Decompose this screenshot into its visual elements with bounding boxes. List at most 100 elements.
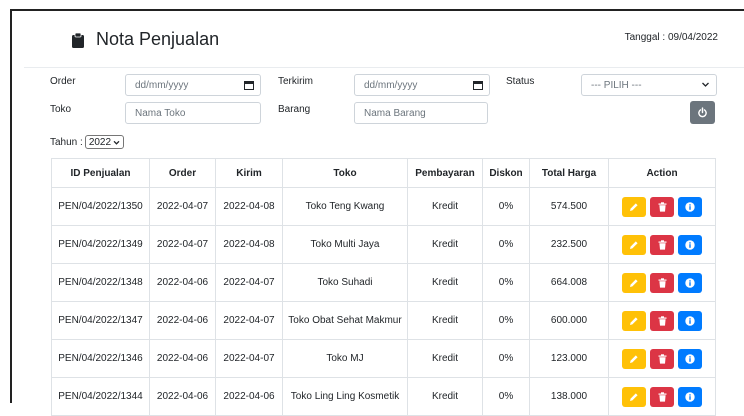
trash-icon	[658, 277, 666, 288]
row-actions	[609, 272, 715, 293]
col-header-action: Action	[608, 158, 716, 188]
table-row: PEN/04/2022/1346 2022-04-06 2022-04-07 Toko…	[51, 339, 716, 378]
chevron-down-icon	[113, 140, 120, 145]
info-button[interactable]	[678, 234, 702, 255]
col-header-total: Total Harga	[529, 158, 609, 188]
table-body: PEN/04/2022/1350 2022-04-07 2022-04-08 Toko…	[51, 187, 716, 416]
cell-kirim: 2022-04-06	[215, 377, 283, 416]
cell-pembayaran: Kredit	[407, 339, 483, 378]
edit-button[interactable]	[622, 310, 646, 331]
order-date-placeholder: dd/mm/yyyy	[135, 79, 189, 91]
toko-placeholder: Nama Toko	[135, 107, 186, 119]
cell-id: PEN/04/2022/1348	[51, 263, 150, 302]
calendar-icon	[473, 81, 483, 90]
info-button[interactable]	[678, 348, 702, 369]
info-icon	[685, 353, 695, 364]
edit-button[interactable]	[622, 348, 646, 369]
reset-button[interactable]	[690, 101, 715, 124]
trash-icon	[658, 391, 666, 402]
cell-order: 2022-04-06	[149, 263, 216, 302]
info-button[interactable]	[678, 310, 702, 331]
info-icon	[685, 277, 695, 288]
row-actions	[609, 310, 715, 331]
cell-kirim: 2022-04-07	[215, 301, 283, 340]
barang-label: Barang	[278, 104, 311, 115]
cell-total: 574.500	[529, 187, 609, 226]
cell-toko: Toko Teng Kwang	[282, 187, 408, 226]
date-display: Tanggal : 09/04/2022	[624, 32, 718, 43]
cell-action	[608, 187, 716, 226]
pencil-icon	[630, 392, 638, 401]
delete-button[interactable]	[650, 310, 674, 331]
cell-pembayaran: Kredit	[407, 263, 483, 302]
status-selected-value: --- PILIH ---	[591, 79, 642, 91]
terkirim-label: Terkirim	[278, 76, 313, 87]
pencil-icon	[630, 316, 638, 325]
delete-button[interactable]	[650, 196, 674, 217]
year-select[interactable]: 2022	[84, 135, 125, 149]
cell-id: PEN/04/2022/1349	[51, 225, 150, 264]
delete-button[interactable]	[650, 234, 674, 255]
terkirim-date-input[interactable]: dd/mm/yyyy	[354, 74, 490, 96]
cell-diskon: 0%	[482, 301, 530, 340]
terkirim-date-placeholder: dd/mm/yyyy	[364, 79, 418, 91]
cell-total: 138.000	[529, 377, 609, 416]
power-icon	[698, 107, 707, 118]
info-button[interactable]	[678, 196, 702, 217]
info-icon	[685, 391, 695, 402]
delete-button[interactable]	[650, 272, 674, 293]
cell-kirim: 2022-04-07	[215, 339, 283, 378]
cell-diskon: 0%	[482, 225, 530, 264]
edit-button[interactable]	[622, 196, 646, 217]
cell-kirim: 2022-04-08	[215, 187, 283, 226]
window-top-edge	[0, 0, 744, 11]
delete-button[interactable]	[650, 386, 674, 407]
info-button[interactable]	[678, 386, 702, 407]
table-row: PEN/04/2022/1349 2022-04-07 2022-04-08 Toko…	[51, 225, 716, 264]
edit-button[interactable]	[622, 386, 646, 407]
info-icon	[685, 239, 695, 250]
cell-total: 232.500	[529, 225, 609, 264]
pencil-icon	[630, 240, 638, 249]
pencil-icon	[630, 202, 638, 211]
info-icon	[685, 315, 695, 326]
cell-pembayaran: Kredit	[407, 377, 483, 416]
col-header-id: ID Penjualan	[51, 158, 150, 188]
table-row: PEN/04/2022/1344 2022-04-06 2022-04-06 Toko…	[51, 377, 716, 416]
col-header-order: Order	[149, 158, 216, 188]
delete-button[interactable]	[650, 348, 674, 369]
cell-diskon: 0%	[482, 187, 530, 226]
table-row: PEN/04/2022/1347 2022-04-06 2022-04-07 Toko…	[51, 301, 716, 340]
table-row: PEN/04/2022/1350 2022-04-07 2022-04-08 Toko…	[51, 187, 716, 226]
cell-pembayaran: Kredit	[407, 225, 483, 264]
year-filter: Tahun : 2022	[50, 135, 125, 149]
status-select[interactable]: --- PILIH ---	[581, 74, 717, 96]
trash-icon	[658, 201, 666, 212]
cell-action	[608, 301, 716, 340]
order-date-input[interactable]: dd/mm/yyyy	[125, 74, 261, 96]
calendar-icon	[244, 81, 254, 90]
cell-kirim: 2022-04-08	[215, 225, 283, 264]
order-label: Order	[50, 76, 76, 87]
info-icon	[685, 201, 695, 212]
info-button[interactable]	[678, 272, 702, 293]
cell-toko: Toko MJ	[282, 339, 408, 378]
edit-button[interactable]	[622, 272, 646, 293]
table-row: PEN/04/2022/1348 2022-04-06 2022-04-07 Toko…	[51, 263, 716, 302]
pencil-icon	[630, 278, 638, 287]
status-label: Status	[506, 76, 535, 87]
barang-input[interactable]: Nama Barang	[354, 102, 488, 124]
cell-action	[608, 377, 716, 416]
cell-order: 2022-04-07	[149, 187, 216, 226]
col-header-kirim: Kirim	[215, 158, 283, 188]
cell-total: 664.008	[529, 263, 609, 302]
cell-total: 600.000	[529, 301, 609, 340]
cell-diskon: 0%	[482, 339, 530, 378]
year-label: Tahun :	[50, 136, 83, 148]
edit-button[interactable]	[622, 234, 646, 255]
toko-input[interactable]: Nama Toko	[125, 102, 261, 124]
cell-order: 2022-04-06	[149, 301, 216, 340]
cell-toko: Toko Suhadi	[282, 263, 408, 302]
table-header-row: ID Penjualan Order Kirim Toko Pembayaran…	[51, 158, 716, 188]
cell-action	[608, 225, 716, 264]
